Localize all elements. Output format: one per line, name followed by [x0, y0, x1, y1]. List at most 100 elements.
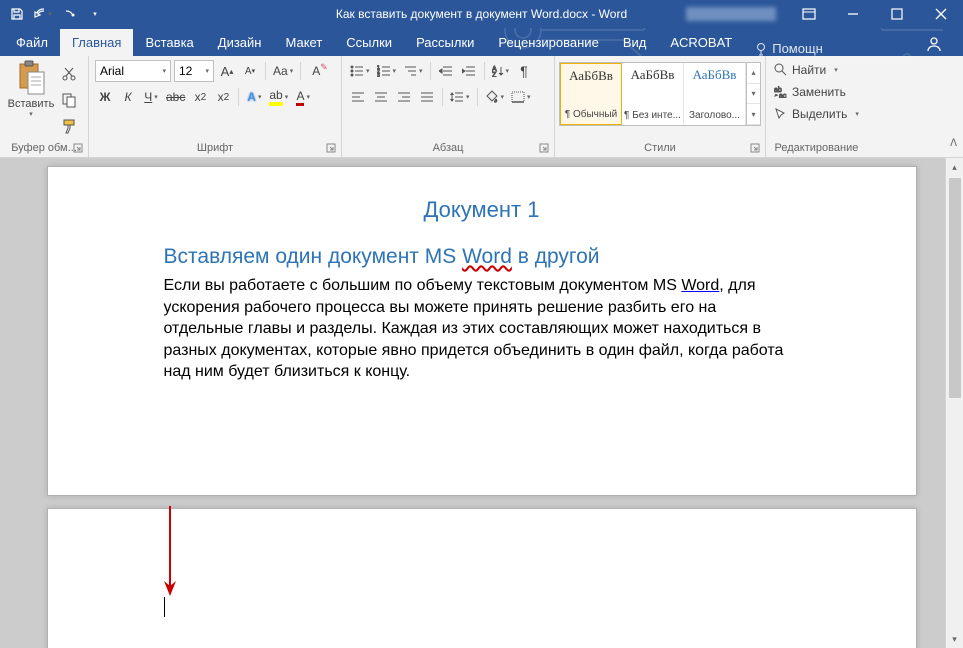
justify-button[interactable] [417, 86, 437, 108]
copy-button[interactable] [58, 90, 80, 110]
tab-layout[interactable]: Макет [273, 29, 334, 56]
undo-button[interactable]: ▾ [32, 3, 54, 25]
font-color-button[interactable]: A [293, 86, 313, 108]
multilevel-list-button[interactable] [401, 60, 425, 82]
group-font: Arial▾ 12▾ A▴ A▾ Aa A✎ Ж К Ч abc x2 x2 A… [89, 56, 342, 157]
find-button[interactable]: Найти▾ [774, 60, 859, 80]
ribbon-display-options[interactable] [787, 0, 831, 28]
select-button[interactable]: Выделить▾ [774, 104, 859, 124]
styles-launcher[interactable] [749, 143, 761, 155]
collapse-ribbon-button[interactable]: ᐱ [950, 138, 957, 149]
group-clipboard: Вставить ▾ Буфер обм... [0, 56, 89, 157]
tab-design[interactable]: Дизайн [206, 29, 274, 56]
page-1[interactable]: Документ 1 Вставляем один документ MS Wo… [47, 166, 917, 496]
text-cursor [164, 597, 165, 617]
style-heading1[interactable]: АаБбВв Заголово... [684, 63, 746, 125]
format-painter-button[interactable] [58, 116, 80, 136]
superscript-button[interactable]: x2 [213, 86, 233, 108]
style-no-spacing[interactable]: АаБбВв ¶ Без инте... [622, 63, 684, 125]
tell-me-search[interactable]: Помощн [754, 41, 823, 56]
highlight-button[interactable]: ab [267, 86, 290, 108]
account-name-blurred [686, 7, 776, 21]
paragraph-launcher[interactable] [538, 143, 550, 155]
svg-text:ac: ac [779, 93, 787, 98]
shading-button[interactable] [483, 86, 507, 108]
numbering-button[interactable]: 123 [375, 60, 399, 82]
style-normal[interactable]: АаБбВв ¶ Обычный [560, 63, 622, 125]
font-size-combo[interactable]: 12▾ [174, 60, 214, 82]
annotation-arrow [160, 501, 180, 601]
paste-button[interactable]: Вставить ▾ [6, 60, 56, 140]
style-nospacing-label: ¶ Без инте... [624, 110, 681, 121]
replace-button[interactable]: abacЗаменить [774, 82, 859, 102]
borders-button[interactable] [509, 86, 533, 108]
tab-review[interactable]: Рецензирование [486, 29, 610, 56]
style-scroll-up[interactable]: ▴ [747, 63, 760, 84]
grow-font-button[interactable]: A▴ [217, 60, 237, 82]
ribbon: Вставить ▾ Буфер обм... Arial▾ 12▾ A▴ A▾… [0, 56, 963, 158]
tab-references[interactable]: Ссылки [334, 29, 404, 56]
font-size-value: 12 [179, 64, 192, 78]
qat-customize[interactable]: ▾ [84, 3, 106, 25]
change-case-button[interactable]: Aa [271, 60, 295, 82]
bullets-button[interactable] [348, 60, 372, 82]
tab-mailings[interactable]: Рассылки [404, 29, 486, 56]
tell-me-label: Помощн [772, 41, 823, 56]
font-launcher[interactable] [325, 143, 337, 155]
text-effects-button[interactable]: A [244, 86, 264, 108]
style-normal-preview: АаБбВв [569, 68, 613, 84]
document-area[interactable]: Документ 1 Вставляем один документ MS Wo… [0, 158, 963, 648]
strikethrough-button[interactable]: abc [164, 86, 187, 108]
line-spacing-button[interactable] [448, 86, 472, 108]
tab-acrobat[interactable]: ACROBAT [658, 29, 744, 56]
editing-group-label: Редактирование [775, 142, 859, 154]
group-editing: Найти▾ abacЗаменить Выделить▾ Редактиров… [766, 56, 867, 157]
ribbon-tabs: Файл Главная Вставка Дизайн Макет Ссылки… [0, 28, 963, 56]
tab-file[interactable]: Файл [4, 29, 60, 56]
clipboard-launcher[interactable] [72, 143, 84, 155]
decrease-indent-button[interactable] [436, 60, 456, 82]
paste-label: Вставить [8, 98, 55, 110]
subscript-button[interactable]: x2 [190, 86, 210, 108]
scroll-down-button[interactable]: ▾ [946, 630, 963, 648]
increase-indent-button[interactable] [459, 60, 479, 82]
style-scroll-down[interactable]: ▾ [747, 84, 760, 105]
tab-view[interactable]: Вид [611, 29, 659, 56]
styles-group-label: Стили [644, 142, 676, 154]
close-button[interactable] [919, 0, 963, 28]
page-2[interactable] [47, 508, 917, 648]
tab-home[interactable]: Главная [60, 29, 133, 56]
style-heading1-preview: АаБбВв [693, 67, 737, 83]
align-right-button[interactable] [394, 86, 414, 108]
underline-button[interactable]: Ч [141, 86, 161, 108]
bold-button[interactable]: Ж [95, 86, 115, 108]
share-button[interactable] [925, 35, 943, 56]
font-group-label: Шрифт [197, 142, 233, 154]
minimize-button[interactable] [831, 0, 875, 28]
vertical-scrollbar[interactable]: ▴ ▾ [945, 158, 963, 648]
clear-formatting-button[interactable]: A✎ [306, 60, 326, 82]
scroll-thumb[interactable] [949, 178, 961, 398]
show-marks-button[interactable]: ¶ [514, 60, 534, 82]
redo-button[interactable] [58, 3, 80, 25]
style-normal-label: ¶ Обычный [565, 109, 617, 120]
cut-button[interactable] [58, 64, 80, 84]
maximize-button[interactable] [875, 0, 919, 28]
italic-button[interactable]: К [118, 86, 138, 108]
document-body: Если вы работаете с большим по объему те… [164, 275, 800, 383]
style-expand[interactable]: ▾ [747, 104, 760, 125]
save-button[interactable] [6, 3, 28, 25]
shrink-font-button[interactable]: A▾ [240, 60, 260, 82]
font-name-combo[interactable]: Arial▾ [95, 60, 171, 82]
scroll-up-button[interactable]: ▴ [946, 158, 963, 176]
font-name-value: Arial [100, 64, 124, 78]
tab-insert[interactable]: Вставка [133, 29, 205, 56]
titlebar: ▾ ▾ Как вставить документ в документ Wor… [0, 0, 963, 28]
document-title: Документ 1 [164, 197, 800, 223]
style-heading1-label: Заголово... [689, 110, 740, 121]
sort-button[interactable]: AZ [490, 60, 512, 82]
align-center-button[interactable] [371, 86, 391, 108]
align-left-button[interactable] [348, 86, 368, 108]
clipboard-group-label: Буфер обм... [11, 142, 77, 154]
document-heading: Вставляем один документ MS Word в другой [164, 245, 800, 269]
